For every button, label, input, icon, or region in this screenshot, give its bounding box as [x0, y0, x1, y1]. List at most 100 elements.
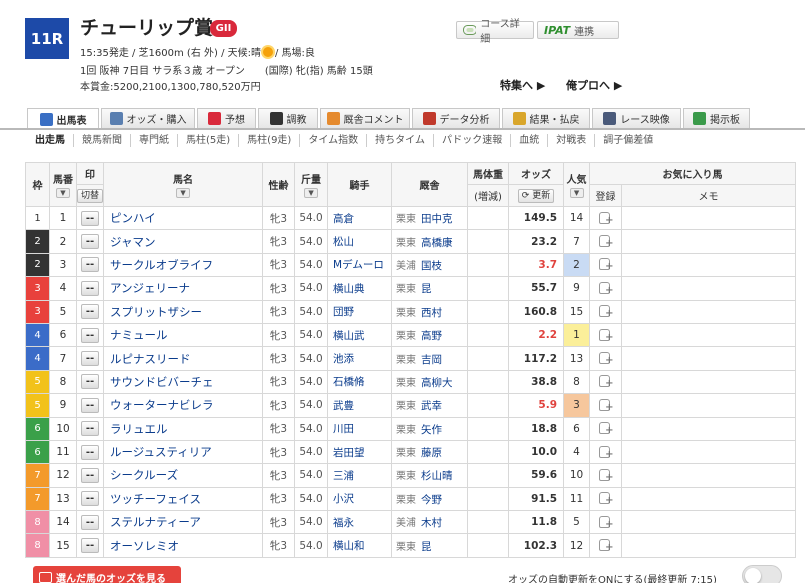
- odds-update-button[interactable]: ⟳ 更新: [517, 188, 555, 203]
- memo-cell[interactable]: [621, 416, 797, 441]
- tab-table[interactable]: 出馬表: [27, 108, 99, 129]
- subtab-item[interactable]: 馬柱(5走): [178, 134, 240, 147]
- trainer-link[interactable]: 西村: [421, 307, 442, 319]
- add-favorite-icon[interactable]: [598, 396, 614, 413]
- jockey-link[interactable]: 三浦: [333, 470, 354, 482]
- add-favorite-icon[interactable]: [598, 302, 614, 319]
- mark-select-button[interactable]: --: [81, 280, 99, 296]
- jockey-link[interactable]: 団野: [333, 306, 354, 318]
- auto-update-toggle[interactable]: [742, 565, 782, 583]
- jockey-link[interactable]: Mデムーロ: [333, 259, 384, 271]
- add-favorite-icon[interactable]: [598, 279, 614, 296]
- sort-chevron-icon[interactable]: ▼: [569, 188, 584, 198]
- jockey-link[interactable]: 小沢: [333, 493, 354, 505]
- mark-select-button[interactable]: --: [81, 444, 99, 460]
- trainer-link[interactable]: 国枝: [421, 260, 442, 272]
- horse-name-link[interactable]: シークルーズ: [110, 468, 178, 482]
- add-favorite-icon[interactable]: [598, 419, 614, 436]
- memo-cell[interactable]: [621, 229, 797, 254]
- jockey-link[interactable]: 松山: [333, 236, 354, 248]
- trainer-link[interactable]: 昆: [421, 283, 432, 295]
- horse-name-link[interactable]: アンジェリーナ: [110, 281, 190, 295]
- tab-video[interactable]: レース映像: [592, 108, 681, 128]
- memo-cell[interactable]: [621, 533, 797, 558]
- memo-cell[interactable]: [621, 299, 797, 324]
- trainer-link[interactable]: 木村: [421, 517, 442, 529]
- trainer-link[interactable]: 今野: [421, 494, 442, 506]
- add-favorite-icon[interactable]: [598, 232, 614, 249]
- subtab-item[interactable]: 競馬新聞: [74, 134, 131, 147]
- orepro-link[interactable]: 俺プロへ ▶: [566, 77, 622, 93]
- tab-stopwatch[interactable]: 調教: [258, 108, 318, 128]
- subtab-item[interactable]: 持ちタイム: [367, 134, 434, 147]
- tab-chart[interactable]: データ分析: [412, 108, 500, 128]
- trainer-link[interactable]: 高柳大: [421, 377, 453, 389]
- horse-name-link[interactable]: ルージュスティリア: [110, 445, 212, 459]
- mark-select-button[interactable]: --: [81, 491, 99, 507]
- jockey-link[interactable]: 川田: [333, 423, 354, 435]
- jockey-link[interactable]: 岩田望: [333, 447, 365, 459]
- jockey-link[interactable]: 石橋脩: [333, 376, 365, 388]
- tab-target[interactable]: 予想: [197, 108, 256, 128]
- jockey-link[interactable]: 横山典: [333, 283, 365, 295]
- trainer-link[interactable]: 高野: [421, 330, 442, 342]
- horse-name-link[interactable]: ステルナティーア: [110, 515, 201, 529]
- horse-name-link[interactable]: ナミュール: [110, 328, 168, 342]
- memo-cell[interactable]: [621, 346, 797, 371]
- subtab-item[interactable]: 調子偏差値: [595, 134, 661, 147]
- trainer-link[interactable]: 昆: [421, 541, 432, 553]
- mark-select-button[interactable]: --: [81, 257, 99, 273]
- mark-select-button[interactable]: --: [81, 327, 99, 343]
- horse-name-link[interactable]: ウォーターナビレラ: [110, 398, 214, 412]
- mark-select-button[interactable]: --: [81, 538, 99, 554]
- add-favorite-icon[interactable]: [598, 443, 614, 460]
- memo-cell[interactable]: [621, 439, 797, 465]
- add-favorite-icon[interactable]: [598, 255, 614, 272]
- mark-select-button[interactable]: --: [81, 351, 99, 367]
- memo-cell[interactable]: [621, 205, 797, 231]
- trainer-link[interactable]: 武幸: [421, 400, 442, 412]
- jockey-link[interactable]: 池添: [333, 353, 354, 365]
- horse-name-link[interactable]: スプリットザシー: [110, 305, 202, 319]
- mark-select-button[interactable]: --: [81, 514, 99, 530]
- subtab-item[interactable]: 対戦表: [548, 134, 596, 147]
- add-favorite-icon[interactable]: [598, 372, 614, 389]
- add-favorite-icon[interactable]: [598, 536, 614, 553]
- memo-cell[interactable]: [621, 276, 797, 301]
- trainer-link[interactable]: 矢作: [421, 424, 442, 436]
- mark-select-button[interactable]: --: [81, 467, 99, 483]
- memo-cell[interactable]: [621, 463, 797, 488]
- header-umaban[interactable]: 馬番 ▼: [49, 162, 77, 207]
- horse-name-link[interactable]: ピンハイ: [110, 211, 156, 225]
- memo-cell[interactable]: [621, 486, 797, 512]
- horse-name-link[interactable]: ジャマン: [110, 235, 155, 249]
- jockey-link[interactable]: 横山武: [333, 330, 365, 342]
- tab-coins[interactable]: 結果・払戻: [502, 108, 590, 128]
- ipat-link-button[interactable]: IPAT 連携: [537, 21, 619, 39]
- trainer-link[interactable]: 藤原: [421, 447, 442, 459]
- horse-name-link[interactable]: ツッチーフェイス: [110, 492, 201, 506]
- mark-select-button[interactable]: --: [81, 234, 99, 250]
- mark-select-button[interactable]: --: [81, 397, 99, 413]
- subtab-item[interactable]: タイム指数: [300, 134, 368, 147]
- tab-odds[interactable]: オッズ・購入: [101, 108, 195, 128]
- jockey-link[interactable]: 高倉: [333, 213, 354, 225]
- header-horse[interactable]: 馬名 ▼: [103, 162, 264, 207]
- course-detail-button[interactable]: コース詳細: [456, 19, 534, 45]
- add-favorite-icon[interactable]: [598, 209, 614, 226]
- favorite-odds-button[interactable]: 選んだ馬のオッズを見る: [33, 566, 181, 583]
- add-favorite-icon[interactable]: [598, 489, 614, 506]
- sort-chevron-icon[interactable]: ▼: [176, 188, 191, 198]
- mark-select-button[interactable]: --: [81, 210, 99, 226]
- subtab-item[interactable]: パドック速報: [434, 134, 512, 147]
- horse-name-link[interactable]: サークルオブライフ: [110, 258, 213, 272]
- add-favorite-icon[interactable]: [598, 349, 614, 366]
- mark-select-button[interactable]: --: [81, 374, 99, 390]
- horse-name-link[interactable]: サウンドビバーチェ: [110, 375, 214, 389]
- memo-cell[interactable]: [621, 510, 797, 535]
- memo-cell[interactable]: [621, 369, 797, 395]
- trainer-link[interactable]: 高橋康: [421, 237, 453, 249]
- trainer-link[interactable]: 杉山晴: [421, 470, 453, 482]
- subtab-item[interactable]: 馬柱(9走): [239, 134, 301, 147]
- horse-name-link[interactable]: オーソレミオ: [110, 539, 179, 553]
